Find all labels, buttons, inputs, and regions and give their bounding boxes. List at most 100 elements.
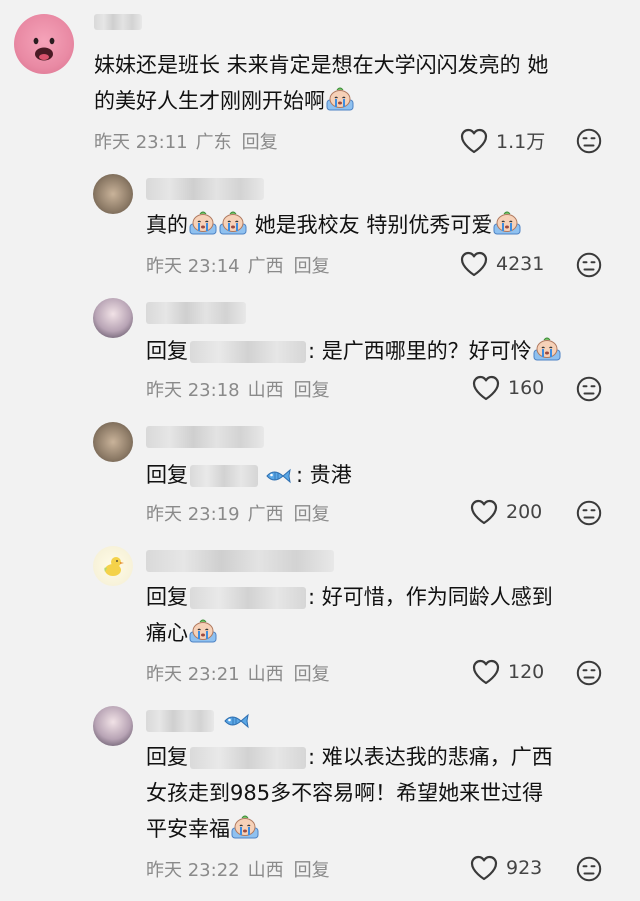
username-blurred[interactable] — [146, 550, 334, 572]
crying-emoji-icon — [219, 211, 247, 235]
avatar[interactable] — [93, 422, 133, 462]
comment-text-content-line3: 平安幸福 — [146, 817, 230, 841]
like-button[interactable]: 160 — [472, 375, 544, 401]
comment-meta: 昨天 23:22 山西 回复 — [146, 856, 338, 882]
comment-time: 昨天 23:18 — [146, 380, 240, 401]
reply-prefix: 回复 — [146, 585, 188, 609]
heart-outline-icon — [472, 659, 500, 685]
reply-button[interactable]: 回复 — [294, 256, 330, 277]
heart-outline-icon — [472, 375, 500, 401]
comment-3: 回复: 是广西哪里的？好可怜 昨天 23:18 山西 回复 160 — [0, 290, 640, 414]
username-blurred[interactable] — [146, 178, 264, 200]
comment-text-line1: 回复 : 好可惜，作为同龄人感到 — [146, 582, 553, 612]
comment-text-line3: 平安幸福 — [146, 814, 260, 844]
comment-meta: 昨天 23:19 广西 回复 — [146, 500, 338, 526]
crying-emoji-icon — [493, 211, 521, 235]
comment-text-line1: 妹妹还是班长 未来肯定是想在大学闪闪发亮的 她 — [94, 53, 549, 77]
comment-text: 回复 : 是广西哪里的？好可怜 — [146, 336, 562, 366]
duck-icon — [104, 557, 124, 576]
comment-location: 广东 — [195, 132, 232, 153]
crying-emoji-icon — [189, 211, 217, 235]
reply-button[interactable]: 回复 — [242, 132, 278, 153]
blue-fish-icon — [264, 467, 292, 485]
username-blurred[interactable] — [146, 302, 246, 324]
heart-outline-icon — [460, 251, 488, 277]
comment-meta: 昨天 23:21 山西 回复 — [146, 660, 338, 686]
unhappy-face-icon[interactable] — [576, 376, 602, 402]
unhappy-face-icon[interactable] — [576, 500, 602, 526]
reply-prefix: 回复 — [146, 463, 188, 487]
like-button[interactable]: 923 — [470, 855, 542, 881]
like-count: 1.1万 — [496, 131, 546, 153]
blue-fish-icon — [222, 712, 250, 730]
comment-text: 回复 : 贵港 — [146, 460, 352, 490]
comment-text-part2: 她是我校友 特别优秀可爱 — [254, 213, 493, 237]
comment-meta: 昨天 23:18 山西 回复 — [146, 376, 338, 402]
username-blurred[interactable] — [146, 710, 214, 732]
reply-target-blurred[interactable] — [190, 747, 306, 769]
unhappy-face-icon[interactable] — [576, 252, 602, 278]
comment-time: 昨天 23:11 — [94, 132, 188, 153]
crying-emoji-icon — [326, 87, 354, 111]
comment-location: 山西 — [247, 380, 284, 401]
comment-text-line2: 女孩走到985多不容易啊！希望她来世过得 — [146, 781, 544, 805]
comment-text-content: : 是广西哪里的？好可怜 — [308, 339, 532, 363]
comment-time: 昨天 23:22 — [146, 860, 240, 881]
like-button[interactable]: 120 — [472, 659, 544, 685]
comment-time: 昨天 23:21 — [146, 664, 240, 685]
comment-text: 真的 她是我校友 特别优秀可爱 — [146, 210, 522, 240]
avatar[interactable] — [93, 546, 133, 586]
crying-emoji-icon — [231, 815, 259, 839]
comment-text-content: : 贵港 — [296, 463, 352, 487]
like-count: 120 — [508, 661, 545, 683]
comment-text-line2: 痛心 — [146, 618, 218, 648]
comment-location: 山西 — [247, 664, 284, 685]
comment-location: 广西 — [247, 504, 284, 525]
reply-button[interactable]: 回复 — [294, 860, 330, 881]
comment-5: 回复: 好可惜，作为同龄人感到 痛心 昨天 23:21 山西 回复 120 — [0, 538, 640, 698]
like-count: 923 — [506, 857, 543, 879]
comment-meta: 昨天 23:14 广西 回复 — [146, 252, 338, 278]
reply-button[interactable]: 回复 — [294, 380, 330, 401]
username-blurred[interactable] — [146, 426, 264, 448]
comment-2: 真的 她是我校友 特别优秀可爱 昨天 23:14 广西 回复 4231 — [0, 170, 640, 290]
reply-target-blurred[interactable] — [190, 587, 306, 609]
heart-outline-icon — [470, 855, 498, 881]
comment-1: 妹妹还是班长 未来肯定是想在大学闪闪发亮的 她 的美好人生才刚刚开始啊 昨天 2… — [0, 0, 640, 170]
like-count: 200 — [506, 501, 543, 523]
comment-text-line1: 回复 : 难以表达我的悲痛，广西 — [146, 742, 553, 772]
like-button[interactable]: 1.1万 — [460, 127, 545, 154]
comment-6: 回复 : 难以表达我的悲痛，广西 女孩走到985多不容易啊！希望她来世过得 平安幸… — [0, 698, 640, 901]
like-button[interactable]: 200 — [470, 499, 542, 525]
unhappy-face-icon[interactable] — [576, 856, 602, 882]
unhappy-face-icon[interactable] — [576, 660, 602, 686]
heart-outline-icon — [460, 128, 488, 154]
comment-text-content: : 难以表达我的悲痛，广西 — [308, 745, 553, 769]
avatar[interactable] — [14, 14, 74, 74]
comment-time: 昨天 23:19 — [146, 504, 240, 525]
comment-text-line2-content: 的美好人生才刚刚开始啊 — [94, 89, 325, 113]
reply-button[interactable]: 回复 — [294, 664, 330, 685]
like-count: 4231 — [496, 253, 545, 275]
pink-face-icon — [33, 37, 55, 61]
avatar[interactable] — [93, 298, 133, 338]
comment-location: 山西 — [247, 860, 284, 881]
reply-prefix: 回复 — [146, 745, 188, 769]
username-blurred[interactable] — [94, 14, 142, 30]
like-button[interactable]: 4231 — [460, 251, 544, 277]
comment-meta: 昨天 23:11 广东 回复 — [94, 128, 286, 154]
comment-time: 昨天 23:14 — [146, 256, 240, 277]
avatar[interactable] — [93, 174, 133, 214]
comment-location: 广西 — [247, 256, 284, 277]
comment-text-content-line2: 痛心 — [146, 621, 188, 645]
reply-button[interactable]: 回复 — [294, 504, 330, 525]
unhappy-face-icon[interactable] — [576, 128, 602, 154]
reply-prefix: 回复 — [146, 339, 188, 363]
reply-target-blurred[interactable] — [190, 465, 258, 487]
crying-emoji-icon — [533, 337, 561, 361]
reply-target-blurred[interactable] — [190, 341, 306, 363]
comment-text-part1: 真的 — [146, 213, 188, 237]
comment-text-content: : 好可惜，作为同龄人感到 — [308, 585, 553, 609]
comment-4: 回复: 贵港 昨天 23:19 广西 回复 200 — [0, 414, 640, 538]
avatar[interactable] — [93, 706, 133, 746]
